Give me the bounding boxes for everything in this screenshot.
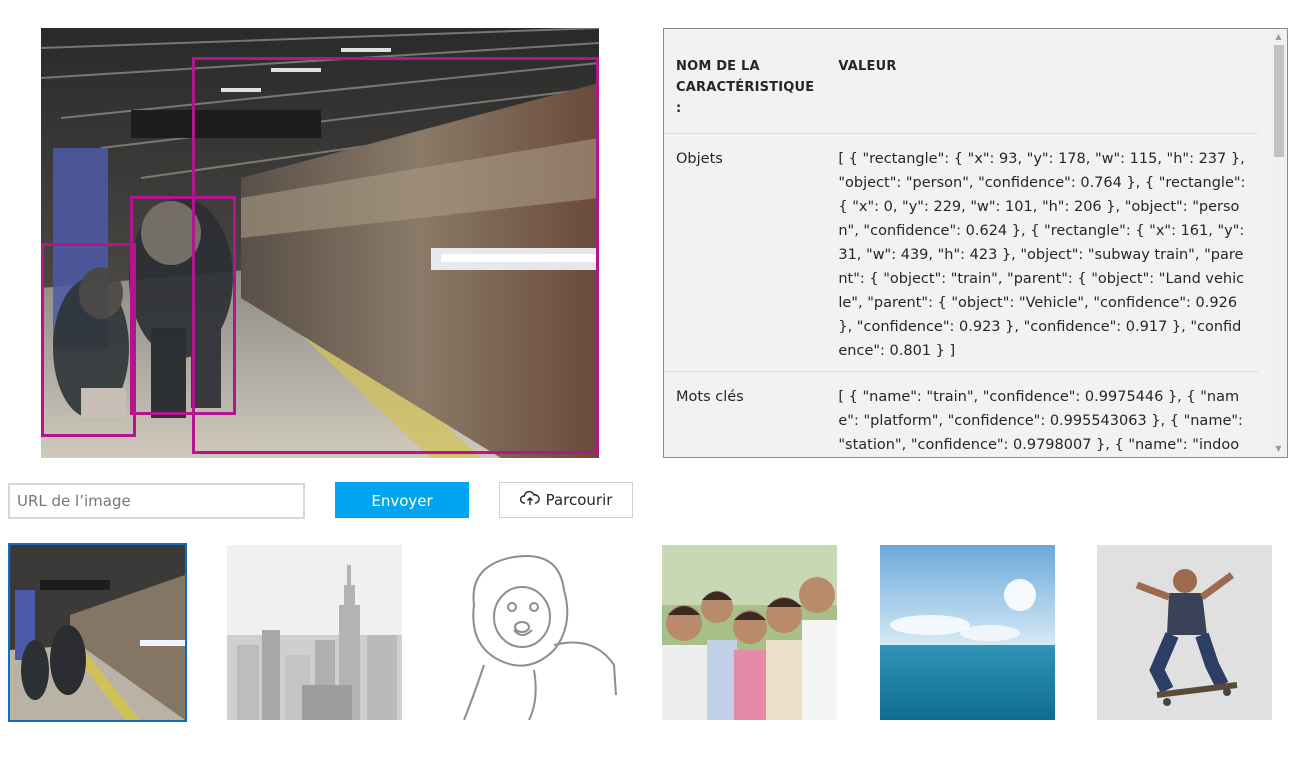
sea-thumbnail-image [880, 545, 1055, 720]
submit-button[interactable]: Envoyer [335, 482, 469, 518]
bounding-box-person-2 [41, 243, 136, 437]
bounding-box-subway-train [192, 57, 599, 454]
analyzed-image [41, 28, 599, 458]
thumbnail-subway[interactable] [8, 543, 187, 722]
thumbnail-city[interactable] [227, 545, 402, 720]
bounding-box-person-1 [130, 196, 236, 415]
thumbnail-skateboarder[interactable] [1097, 545, 1272, 720]
results-table: NOM DE LA CARACTÉRISTIQUE : VALEUR Objet… [664, 29, 1258, 457]
browse-label: Parcourir [545, 491, 613, 509]
feature-name: Objets [664, 133, 827, 372]
results-panel: NOM DE LA CARACTÉRISTIQUE : VALEUR Objet… [663, 28, 1288, 458]
thumbnail-sea[interactable] [880, 545, 1055, 720]
feature-value: [ { "rectangle": { "x": 93, "y": 178, "w… [826, 133, 1258, 372]
results-scroll-area[interactable]: NOM DE LA CARACTÉRISTIQUE : VALEUR Objet… [664, 29, 1270, 457]
thumbnail-lion[interactable] [444, 545, 619, 720]
header-value: VALEUR [838, 59, 897, 74]
header-feature-name: NOM DE LA CARACTÉRISTIQUE : [676, 59, 815, 116]
cloud-upload-icon [519, 490, 540, 510]
thumbnail-family[interactable] [662, 545, 837, 720]
city-thumbnail-image [227, 545, 402, 720]
feature-value: [ { "name": "train", "confidence": 0.997… [826, 371, 1258, 457]
results-header-row: NOM DE LA CARACTÉRISTIQUE : VALEUR [664, 29, 1258, 134]
image-url-input[interactable] [8, 483, 305, 519]
skateboarder-thumbnail-image [1097, 545, 1272, 720]
scroll-down-arrow-icon[interactable]: ▼ [1270, 441, 1287, 457]
subway-thumbnail-image [10, 545, 185, 720]
scroll-up-arrow-icon[interactable]: ▲ [1270, 29, 1287, 45]
scrollbar-thumb[interactable] [1274, 45, 1284, 157]
feature-name: Mots clés [664, 371, 827, 457]
lion-thumbnail-image [444, 545, 619, 720]
browse-button[interactable]: Parcourir [499, 482, 633, 518]
vertical-scrollbar[interactable]: ▲ ▼ [1270, 29, 1287, 457]
family-thumbnail-image [662, 545, 837, 720]
table-row: Objets [ { "rectangle": { "x": 93, "y": … [664, 133, 1258, 372]
table-row: Mots clés [ { "name": "train", "confiden… [664, 371, 1258, 457]
